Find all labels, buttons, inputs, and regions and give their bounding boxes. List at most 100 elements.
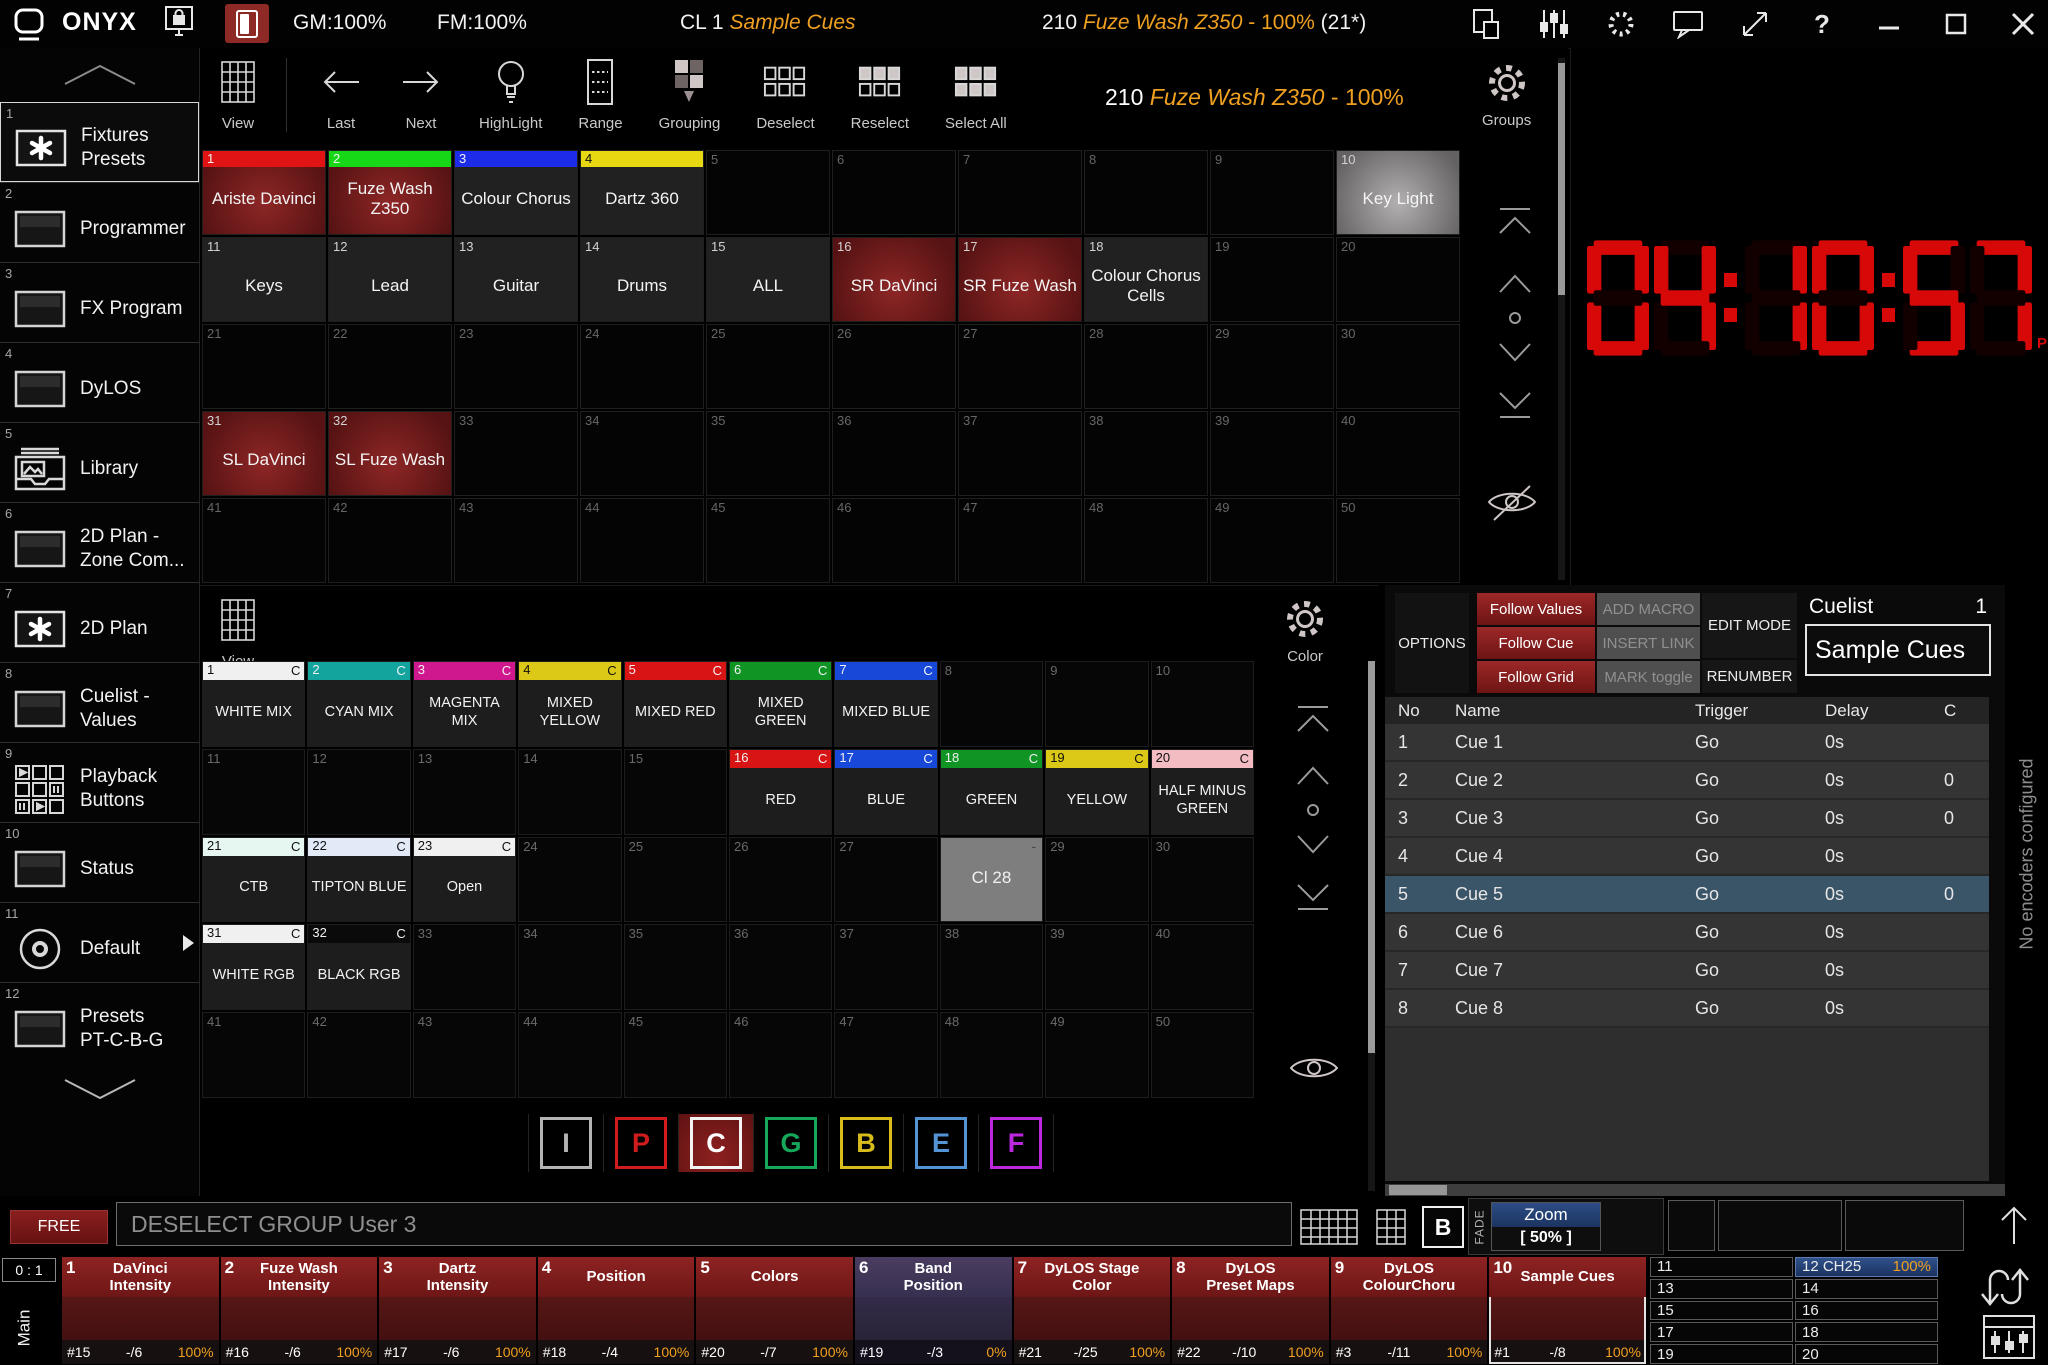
toolbar-select-all-button[interactable]: Select All <box>941 58 1011 132</box>
swap-pages-icon[interactable] <box>1978 1262 2032 1312</box>
sidebar-scroll-down[interactable] <box>0 1062 199 1116</box>
cuelist-name-input[interactable]: Sample Cues <box>1805 624 1991 676</box>
main-page-counter[interactable]: 0 : 1 <box>2 1258 56 1282</box>
color-cell-18[interactable]: 18CGREEN <box>940 749 1043 835</box>
attribute-p-button[interactable]: P <box>604 1114 679 1172</box>
attribute-f-button[interactable]: F <box>979 1114 1054 1172</box>
group-cell-19[interactable]: 19 <box>1210 237 1334 322</box>
color-cell-9[interactable]: 9 <box>1045 661 1148 747</box>
color-cell-17[interactable]: 17CBLUE <box>834 749 937 835</box>
group-cell-15[interactable]: 15ALL <box>706 237 830 322</box>
color-cell-28[interactable]: -Cl 28 <box>940 837 1043 923</box>
sidebar-item-fx-program[interactable]: 3FX Program <box>0 262 199 342</box>
command-slot-2[interactable] <box>1718 1200 1842 1251</box>
playback-slot-12[interactable]: 12 CH25100% <box>1795 1257 1938 1277</box>
group-cell-42[interactable]: 42 <box>328 498 452 583</box>
playback-module-5[interactable]: 5Colors#20-/7100% <box>696 1257 853 1364</box>
lock-screen-icon[interactable] <box>162 6 196 40</box>
playback-module-4[interactable]: 4Position#18-/4100% <box>538 1257 695 1364</box>
group-cell-26[interactable]: 26 <box>832 324 956 409</box>
sidebar-item-cuelist-values[interactable]: 8Cuelist -Values <box>0 662 199 742</box>
color-eye-icon[interactable] <box>1286 1048 1342 1088</box>
playback-module-3[interactable]: 3DartzIntensity#17-/6100% <box>379 1257 536 1364</box>
groups-settings-button[interactable]: Groups <box>1482 60 1531 129</box>
color-scrollbar[interactable] <box>1368 661 1375 1191</box>
group-cell-9[interactable]: 9 <box>1210 150 1334 235</box>
cue-table-horizontal-scrollbar[interactable] <box>1385 1184 2005 1196</box>
follow-values-button[interactable]: Follow Values <box>1477 593 1595 625</box>
color-cell-13[interactable]: 13 <box>413 749 516 835</box>
sidebar-item-default[interactable]: 11Default <box>0 902 199 982</box>
toolbar-grouping-button[interactable]: Grouping <box>655 58 725 132</box>
color-cell-40[interactable]: 40 <box>1151 924 1254 1010</box>
toolbar-view-button[interactable]: View <box>212 58 287 132</box>
chat-icon[interactable] <box>1671 7 1705 41</box>
sidebar-item-presets-pt-c-b-g[interactable]: 12PresetsPT-C-B-G <box>0 982 199 1062</box>
playback-module-1[interactable]: 1DaVinciIntensity#15-/6100% <box>62 1257 219 1364</box>
color-cell-34[interactable]: 34 <box>518 924 621 1010</box>
toolbar-highlight-button[interactable]: HighLight <box>475 58 546 132</box>
command-line-input[interactable]: DESELECT GROUP User 3 <box>116 1202 1292 1246</box>
color-settings-button[interactable]: Color <box>1282 596 1328 665</box>
color-cell-48[interactable]: 48 <box>940 1012 1043 1098</box>
flash-master-value[interactable]: FM:100% <box>437 11 527 35</box>
color-cell-10[interactable]: 10 <box>1151 661 1254 747</box>
cue-row-1[interactable]: 1Cue 1Go0s <box>1385 724 1989 762</box>
group-cell-3[interactable]: 3Colour Chorus <box>454 150 578 235</box>
help-icon[interactable]: ? <box>1805 7 1839 41</box>
color-cell-1[interactable]: 1CWHITE MIX <box>202 661 305 747</box>
current-selection[interactable]: 210 Fuze Wash Z350 - 100% (21*) <box>1042 11 1366 35</box>
active-workspace-icon[interactable] <box>225 4 269 43</box>
color-cell-50[interactable]: 50 <box>1151 1012 1254 1098</box>
group-cell-44[interactable]: 44 <box>580 498 704 583</box>
color-cell-26[interactable]: 26 <box>729 837 832 923</box>
current-cuelist[interactable]: CL 1 Sample Cues <box>680 11 856 35</box>
toolbar-last-button[interactable]: Last <box>315 58 367 132</box>
color-cell-43[interactable]: 43 <box>413 1012 516 1098</box>
playback-slot-20[interactable]: 20 <box>1795 1344 1938 1364</box>
playback-slot-19[interactable]: 19 <box>1650 1344 1793 1364</box>
color-cell-39[interactable]: 39 <box>1045 924 1148 1010</box>
group-cell-13[interactable]: 13Guitar <box>454 237 578 322</box>
color-cell-46[interactable]: 46 <box>729 1012 832 1098</box>
color-cell-41[interactable]: 41 <box>202 1012 305 1098</box>
group-cell-1[interactable]: 1Ariste Davinci <box>202 150 326 235</box>
color-cell-20[interactable]: 20CHALF MINUS GREEN <box>1151 749 1254 835</box>
toolbar-next-button[interactable]: Next <box>395 58 447 132</box>
group-cell-17[interactable]: 17SR Fuze Wash <box>958 237 1082 322</box>
color-cell-31[interactable]: 31CWHITE RGB <box>202 924 305 1010</box>
mark-toggle-button[interactable]: MARK toggle <box>1597 661 1700 693</box>
group-cell-29[interactable]: 29 <box>1210 324 1334 409</box>
grand-master-value[interactable]: GM:100% <box>293 11 386 35</box>
playback-module-9[interactable]: 9DyLOSColourChoru#3-/11100% <box>1331 1257 1488 1364</box>
attribute-g-button[interactable]: G <box>754 1114 829 1172</box>
toolbar-reselect-button[interactable]: Reselect <box>847 58 913 132</box>
group-cell-27[interactable]: 27 <box>958 324 1082 409</box>
zoom-button[interactable]: Zoom [ 50% ] <box>1491 1202 1601 1251</box>
color-cell-7[interactable]: 7CMIXED BLUE <box>834 661 937 747</box>
group-cell-50[interactable]: 50 <box>1336 498 1460 583</box>
insert-link-button[interactable]: INSERT LINK <box>1597 627 1700 659</box>
maximize-icon[interactable] <box>1939 7 1973 41</box>
sidebar-item-2d-plan-zone-com[interactable]: 62D Plan -Zone Com... <box>0 502 199 582</box>
groups-jump-top-icon[interactable] <box>1494 206 1536 236</box>
group-cell-25[interactable]: 25 <box>706 324 830 409</box>
add-macro-button[interactable]: ADD MACRO <box>1597 593 1700 625</box>
attribute-e-button[interactable]: E <box>904 1114 979 1172</box>
group-cell-31[interactable]: 31SL DaVinci <box>202 411 326 496</box>
group-cell-39[interactable]: 39 <box>1210 411 1334 496</box>
color-cell-38[interactable]: 38 <box>940 924 1043 1010</box>
groups-eye-hidden-icon[interactable] <box>1484 480 1540 524</box>
group-cell-2[interactable]: 2Fuze Wash Z350 <box>328 150 452 235</box>
group-cell-6[interactable]: 6 <box>832 150 956 235</box>
group-cell-43[interactable]: 43 <box>454 498 578 583</box>
group-cell-5[interactable]: 5 <box>706 150 830 235</box>
group-cell-22[interactable]: 22 <box>328 324 452 409</box>
group-cell-45[interactable]: 45 <box>706 498 830 583</box>
sidebar-item-programmer[interactable]: 2Programmer <box>0 182 199 262</box>
groups-scrollbar[interactable] <box>1558 58 1565 580</box>
attribute-c-button[interactable]: C <box>679 1114 754 1172</box>
follow-cue-button[interactable]: Follow Cue <box>1477 627 1595 659</box>
color-cell-16[interactable]: 16CRED <box>729 749 832 835</box>
group-cell-28[interactable]: 28 <box>1084 324 1208 409</box>
